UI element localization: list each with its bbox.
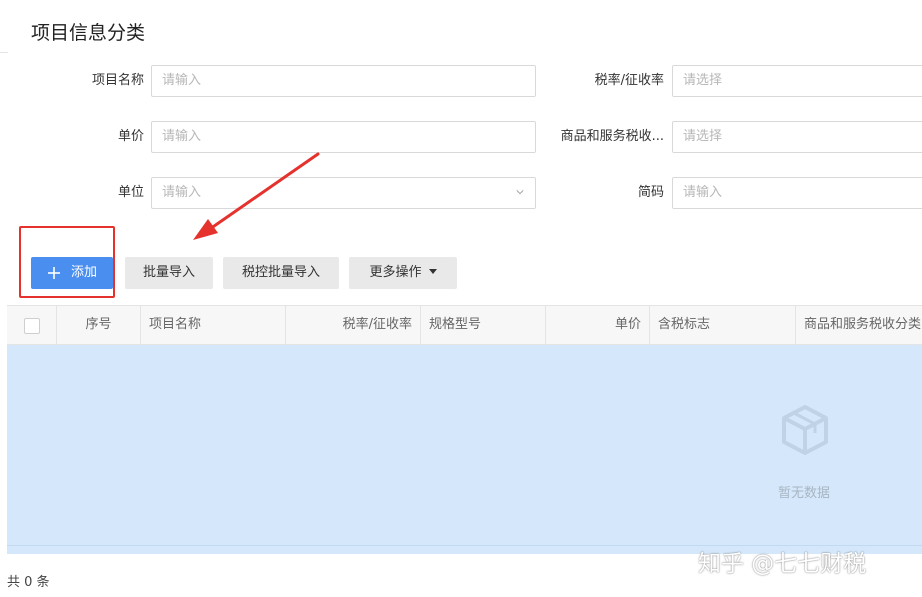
project-name-placeholder: 请输入 — [162, 73, 202, 88]
page-title: 项目信息分类 — [31, 22, 146, 44]
tax-rate-label: 税率/征收率 — [594, 73, 664, 88]
select-all-cell — [7, 306, 57, 344]
project-name-input[interactable]: 请输入 — [151, 65, 536, 97]
annotation-highlight-box — [19, 226, 115, 298]
column-header-tax-rate[interactable]: 税率/征收率 — [286, 306, 421, 344]
total-count: 共 0 条 — [7, 575, 50, 590]
table-header: 序号 项目名称 税率/征收率 规格型号 单价 含税标志 商品和服务税收分类 — [7, 305, 922, 345]
column-header-project-name[interactable]: 项目名称 — [141, 306, 286, 344]
unit-price-input[interactable]: 请输入 — [151, 121, 536, 153]
tax-rate-placeholder: 请选择 — [683, 73, 723, 88]
more-actions-button[interactable]: 更多操作 — [349, 257, 457, 289]
empty-state-text: 暂无数据 — [777, 486, 830, 501]
column-header-spec-model[interactable]: 规格型号 — [421, 306, 546, 344]
tax-category-label: 商品和服务税收... — [560, 129, 664, 144]
short-code-input[interactable]: 请输入 — [672, 177, 922, 209]
watermark: 知乎 @七七财税 — [698, 551, 867, 577]
column-header-tax-category[interactable]: 商品和服务税收分类 — [796, 306, 922, 344]
unit-placeholder: 请输入 — [162, 185, 202, 200]
tax-control-batch-import-button[interactable]: 税控批量导入 — [223, 257, 339, 289]
short-code-placeholder: 请输入 — [683, 185, 723, 200]
caret-down-icon — [428, 269, 437, 274]
unit-label: 单位 — [117, 185, 144, 200]
chevron-down-icon[interactable] — [516, 188, 524, 196]
more-actions-label: 更多操作 — [369, 265, 422, 280]
unit-price-label: 单价 — [117, 129, 144, 144]
batch-import-button[interactable]: 批量导入 — [125, 257, 213, 289]
unit-select[interactable]: 请输入 — [151, 177, 536, 209]
divider — [0, 52, 8, 53]
column-header-tax-included[interactable]: 含税标志 — [650, 306, 796, 344]
tax-rate-select[interactable]: 请选择 — [672, 65, 922, 97]
short-code-label: 简码 — [637, 185, 664, 200]
tax-category-placeholder: 请选择 — [683, 129, 723, 144]
column-header-index[interactable]: 序号 — [57, 306, 141, 344]
column-header-unit-price[interactable]: 单价 — [546, 306, 650, 344]
tax-category-select[interactable]: 请选择 — [672, 121, 922, 153]
unit-price-placeholder: 请输入 — [162, 129, 202, 144]
select-all-checkbox[interactable] — [24, 318, 40, 334]
project-name-label: 项目名称 — [91, 73, 144, 88]
empty-box-icon — [782, 405, 828, 455]
